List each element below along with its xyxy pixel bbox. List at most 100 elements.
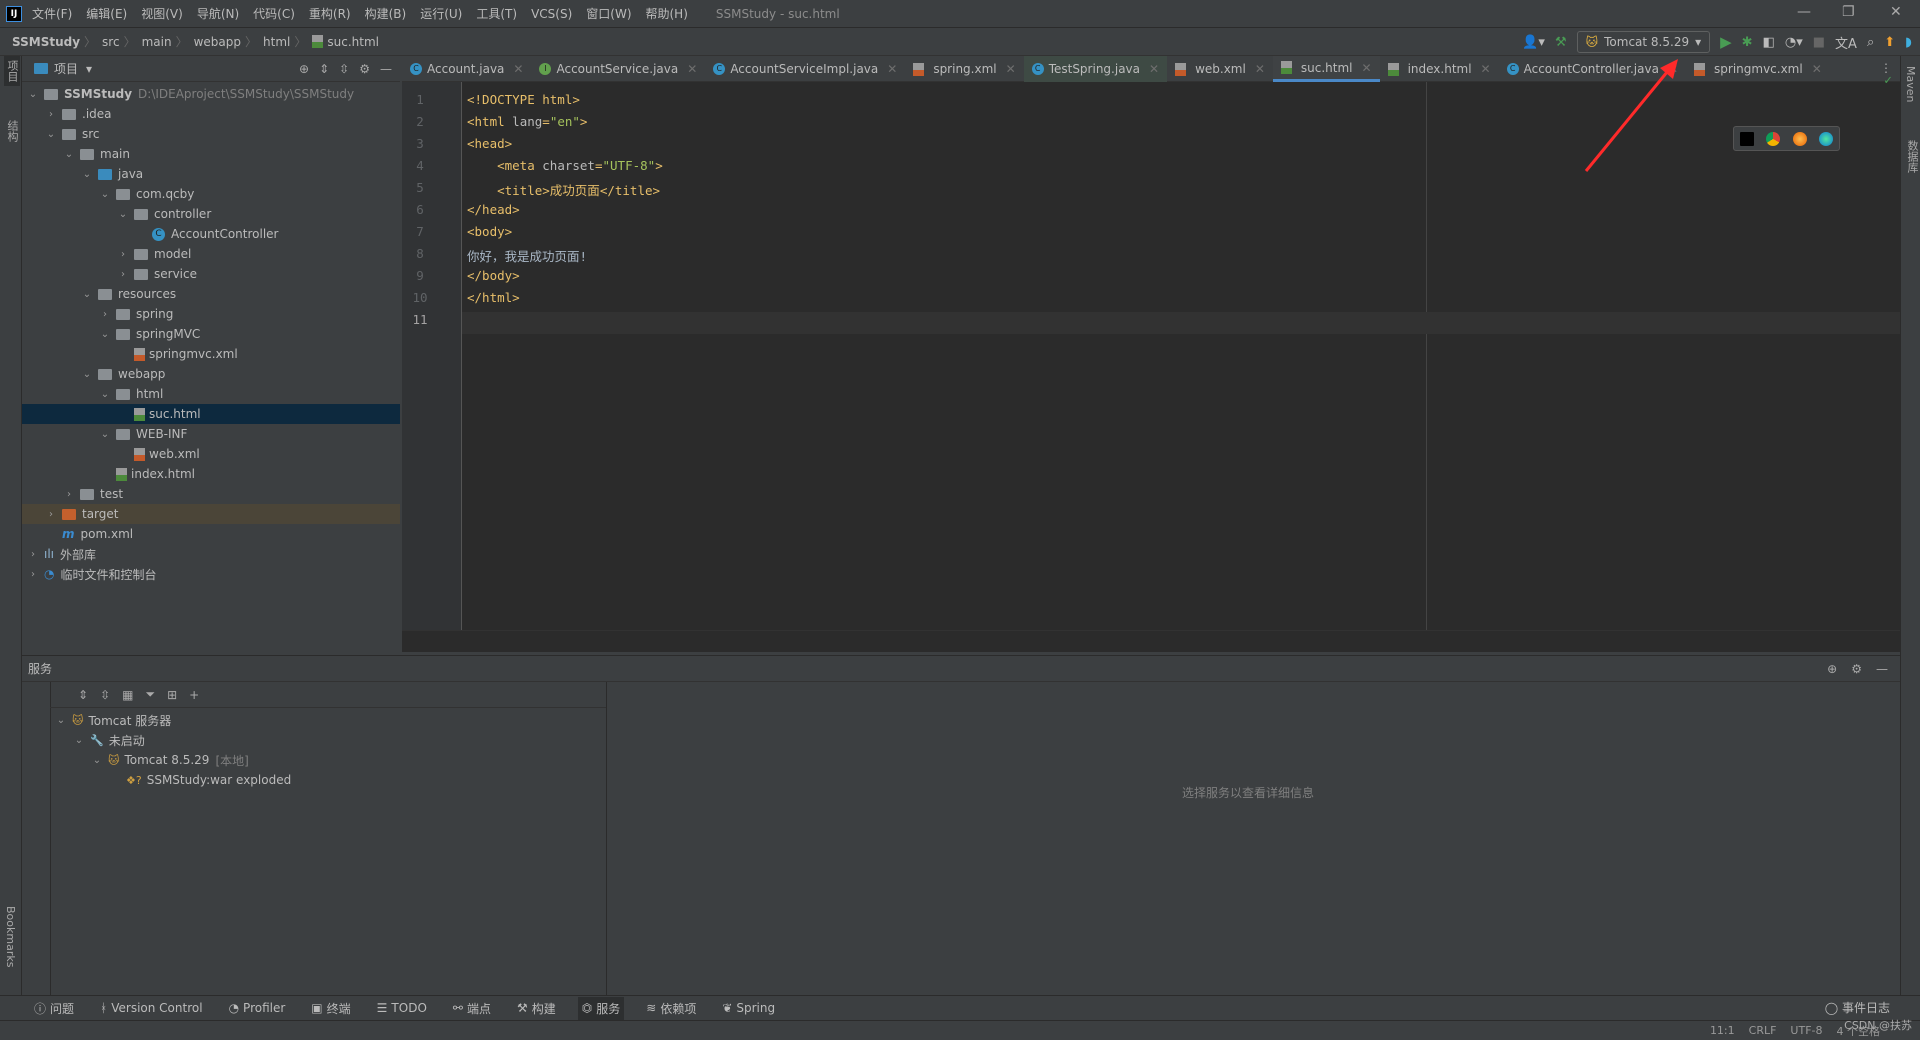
add-service-icon[interactable]: + (189, 688, 199, 702)
caret-position[interactable]: 11:1 (1710, 1024, 1735, 1037)
breadcrumb-item[interactable]: html (263, 35, 290, 49)
debug-button[interactable]: ✱ (1742, 35, 1753, 50)
chevron-right-icon[interactable]: › (44, 509, 58, 520)
chevron-down-icon[interactable]: ⌄ (90, 755, 104, 766)
intellij-browser-icon[interactable] (1740, 131, 1755, 146)
chevron-down-icon[interactable]: ⌄ (62, 149, 76, 160)
tab-index-html[interactable]: index.html ✕ (1380, 56, 1499, 82)
service-tree-item[interactable]: ⌄ 🔧 未启动 (50, 730, 606, 750)
tree-item[interactable]: › target (22, 504, 400, 524)
bookmarks-tool-button[interactable]: Bookmarks (4, 906, 17, 967)
tree-item[interactable]: › service (22, 264, 400, 284)
expand-all-icon[interactable]: ⇕ (319, 62, 329, 76)
close-tab-icon[interactable]: ✕ (1149, 62, 1159, 76)
tree-item[interactable]: suc.html (22, 404, 400, 424)
tab-testspring-java[interactable]: C TestSpring.java ✕ (1023, 56, 1168, 82)
project-tool-button[interactable]: 项目 (4, 56, 20, 86)
new-tab-icon[interactable]: ⊞ (167, 688, 177, 702)
tree-item[interactable]: springmvc.xml (22, 344, 400, 364)
tab-springmvc-xml[interactable]: springmvc.xml ✕ (1686, 56, 1830, 82)
tree-item[interactable]: › .idea (22, 104, 400, 124)
locate-icon[interactable]: ⊕ (299, 62, 309, 76)
breadcrumb-item[interactable]: suc.html (327, 35, 379, 49)
menu-item[interactable]: 视图(V) (141, 7, 183, 21)
tab-web-xml[interactable]: web.xml ✕ (1167, 56, 1273, 82)
editor-horizontal-scroll[interactable] (402, 630, 1900, 652)
chevron-down-icon[interactable]: ⌄ (98, 329, 112, 340)
tree-item[interactable]: ⌄ webapp (22, 364, 400, 384)
search-icon[interactable]: ⌕ (1867, 35, 1874, 50)
tree-item[interactable]: ⌄ html (22, 384, 400, 404)
chevron-down-icon[interactable]: ⌄ (116, 209, 130, 220)
file-encoding[interactable]: UTF-8 (1790, 1024, 1822, 1037)
menu-item[interactable]: 构建(B) (365, 7, 407, 21)
tree-item[interactable]: › spring (22, 304, 400, 324)
run-button[interactable]: ▶ (1720, 33, 1732, 51)
gear-icon[interactable]: ⚙ (359, 62, 370, 76)
firefox-icon[interactable] (1792, 131, 1807, 146)
tree-item[interactable]: web.xml (22, 444, 400, 464)
update-icon[interactable]: ⬆ (1884, 35, 1895, 50)
collapse-all-icon[interactable]: ⇳ (100, 688, 110, 702)
close-tab-icon[interactable]: ✕ (887, 62, 897, 76)
close-tab-icon[interactable]: ✕ (513, 62, 523, 76)
tool-window-endpoints[interactable]: ⚯ 端点 (449, 997, 495, 1020)
menu-item[interactable]: 工具(T) (476, 7, 517, 21)
group-by-icon[interactable]: ▦ (122, 688, 133, 702)
tree-item[interactable]: ⌄ SSMStudy D:\IDEAproject\SSMStudy\SSMStud… (22, 84, 400, 104)
chevron-down-icon[interactable]: ⌄ (44, 129, 58, 140)
tool-window-services[interactable]: ⏣ 服务 (577, 996, 625, 1020)
tree-item[interactable]: C AccountController (22, 224, 400, 244)
tree-item[interactable]: ⌄ controller (22, 204, 400, 224)
service-tree-item[interactable]: ⌄ 🐱 Tomcat 服务器 (50, 710, 606, 730)
code-with-me-icon[interactable]: ◗ (1905, 35, 1912, 50)
chevron-right-icon[interactable]: › (116, 269, 130, 280)
close-tab-icon[interactable]: ✕ (1812, 62, 1822, 76)
menu-item[interactable]: VCS(S) (531, 7, 572, 21)
chevron-down-icon[interactable]: ⌄ (26, 89, 40, 100)
database-tool-button[interactable]: 数据库 (1904, 140, 1920, 173)
chevron-right-icon[interactable]: › (26, 569, 40, 580)
maven-tool-button[interactable]: Maven (1904, 66, 1917, 102)
tree-item[interactable]: ⌄ java (22, 164, 400, 184)
menu-item[interactable]: 帮助(H) (646, 7, 688, 21)
chevron-right-icon[interactable]: › (98, 309, 112, 320)
tree-item[interactable]: › ◔ 临时文件和控制台 (22, 564, 400, 584)
close-tab-icon[interactable]: ✕ (1006, 62, 1016, 76)
hide-icon[interactable]: — (380, 62, 392, 76)
menu-item[interactable]: 窗口(W) (586, 7, 631, 21)
tree-item[interactable]: ⌄ resources (22, 284, 400, 304)
menu-item[interactable]: 导航(N) (197, 7, 239, 21)
chrome-icon[interactable] (1766, 131, 1781, 146)
chevron-right-icon[interactable]: › (26, 549, 40, 560)
inspection-ok-icon[interactable]: ✓ (1884, 73, 1892, 88)
tree-item[interactable]: › ılı 外部库 (22, 544, 400, 564)
close-window-button[interactable]: ✕ (1890, 4, 1902, 20)
chevron-down-icon[interactable]: ⌄ (80, 369, 94, 380)
tree-item[interactable]: › model (22, 244, 400, 264)
project-view-select[interactable]: 项目 (54, 60, 78, 77)
breadcrumb-item[interactable]: SSMStudy (12, 35, 80, 49)
expand-all-icon[interactable]: ⇕ (78, 688, 88, 702)
restore-button[interactable]: ❐ (1842, 4, 1855, 20)
menu-item[interactable]: 文件(F) (32, 7, 72, 21)
profile-button[interactable]: ◔▾ (1785, 35, 1803, 50)
breadcrumb-item[interactable]: src (102, 35, 120, 49)
tool-window-info[interactable]: ⓘ 问题 (30, 997, 78, 1020)
tree-item[interactable]: ⌄ com.qcby (22, 184, 400, 204)
menu-item[interactable]: 运行(U) (420, 7, 462, 21)
close-tab-icon[interactable]: ✕ (1481, 62, 1491, 76)
tool-window-profiler[interactable]: ◔ Profiler (225, 998, 290, 1018)
menu-item[interactable]: 重构(R) (309, 7, 351, 21)
filter-icon[interactable]: ⏷ (145, 687, 155, 702)
tab-suc-html[interactable]: suc.html ✕ (1272, 56, 1380, 82)
translate-icon[interactable]: 文A (1835, 33, 1857, 52)
tab-account-java[interactable]: C Account.java ✕ (402, 56, 531, 82)
chevron-down-icon[interactable]: ⌄ (98, 429, 112, 440)
account-icon[interactable]: 👤▾ (1522, 35, 1545, 50)
close-tab-icon[interactable]: ✕ (1362, 61, 1372, 75)
coverage-button[interactable]: ◧ (1763, 35, 1775, 50)
tab-accountserviceimpl-java[interactable]: C AccountServiceImpl.java ✕ (705, 56, 905, 82)
tree-item[interactable]: m pom.xml (22, 524, 400, 544)
tool-window-hammer[interactable]: ⚒ 构建 (513, 997, 560, 1020)
